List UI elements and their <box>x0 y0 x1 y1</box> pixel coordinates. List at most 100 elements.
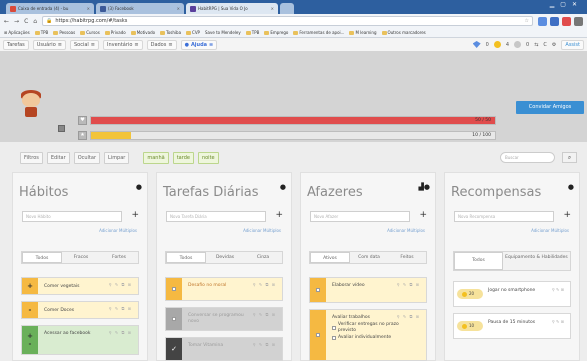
clear-button[interactable]: Limpar <box>104 151 130 164</box>
checkbox[interactable] <box>166 308 182 330</box>
reward-price[interactable]: 20 <box>457 289 483 299</box>
tab-grey[interactable]: Cinza <box>244 252 282 263</box>
plus-minus-buttons[interactable]: + - <box>22 326 38 354</box>
add-multiple-link[interactable]: Adicionar Múltiplos <box>99 228 137 233</box>
tag-night[interactable]: noite <box>197 151 219 164</box>
bookmark-folder[interactable]: M learning <box>349 30 377 35</box>
avatar[interactable] <box>18 90 44 120</box>
info-icon[interactable]: ● <box>136 183 142 191</box>
extension-icon[interactable] <box>550 16 559 26</box>
plus-button[interactable]: + <box>22 278 38 294</box>
nav-inventory[interactable]: Inventário ≡ <box>103 39 143 50</box>
nav-user[interactable]: Usuário ≡ <box>32 39 66 50</box>
reward-item[interactable]: 20 Jogar no smartphone ⚲ ✎ ⊞ <box>453 281 571 307</box>
task-controls[interactable]: ⚲ ✎ ⧉ ⊞ <box>397 282 420 287</box>
new-tab-button[interactable] <box>280 3 294 14</box>
bookmark-other[interactable]: Outros marcadores <box>381 30 426 35</box>
refresh-icon[interactable]: C <box>543 42 547 48</box>
task-controls[interactable]: ⚲ ✎ ⧉ ⊞ <box>109 330 132 335</box>
bookmark-folder[interactable]: Pessoas <box>53 30 75 35</box>
browser-tab-facebook[interactable]: (3) Facebook × <box>96 3 184 14</box>
extension-icon[interactable] <box>538 16 547 26</box>
new-daily-input[interactable]: Nova Tarefa Diária <box>166 211 266 222</box>
forward-icon[interactable]: → <box>14 18 19 25</box>
daily-item[interactable]: ✓ Tomar Vitamina ⚲ ✎ ⧉ ⊞ <box>165 337 283 361</box>
search-icon[interactable]: ⌕ <box>562 152 577 163</box>
add-multiple-link[interactable]: Adicionar Múltiplos <box>531 228 569 233</box>
minus-button[interactable]: - <box>22 302 38 318</box>
filters-button[interactable]: Filtros <box>20 151 43 164</box>
new-habit-input[interactable]: Novo Hábito <box>22 211 122 222</box>
browser-tab-gmail[interactable]: Caixa de entrada (4) - bu × <box>6 3 94 14</box>
nav-data[interactable]: Dados ≡ <box>146 39 177 50</box>
close-icon[interactable]: × <box>177 6 180 11</box>
habit-item[interactable]: - Comer Doces ⚲ ✎ ⧉ ⊞ <box>21 301 139 319</box>
tag-afternoon[interactable]: tarde <box>172 151 194 164</box>
home-icon[interactable]: ⌂ <box>33 18 37 25</box>
tab-due[interactable]: Devidas <box>206 252 244 263</box>
reload-icon[interactable]: C <box>24 18 28 25</box>
add-todo-button[interactable]: + <box>419 210 427 220</box>
chart-info-icon[interactable]: ▟● <box>419 183 431 191</box>
edit-button[interactable]: Editar <box>46 151 70 164</box>
menu-icon[interactable] <box>574 16 583 26</box>
tab-equipment[interactable]: Equipamento & Habilidades <box>503 252 570 270</box>
bookmark-folder[interactable]: Privado <box>104 30 126 35</box>
bookmark-link[interactable]: Save to Mendeley <box>205 30 241 35</box>
task-controls[interactable]: ⚲ ✎ ⧉ ⊞ <box>109 282 132 287</box>
add-habit-button[interactable]: + <box>131 210 139 220</box>
checkbox[interactable] <box>310 278 326 302</box>
checkbox[interactable] <box>310 310 326 360</box>
task-controls[interactable]: ⚲ ✎ ⊞ <box>552 287 564 292</box>
add-reward-button[interactable]: + <box>563 210 571 220</box>
reward-item[interactable]: 10 Pausa de 15 minutos ⚲ ✎ ⊞ <box>453 313 571 339</box>
bookmark-folder[interactable]: Emprego <box>264 30 288 35</box>
task-controls[interactable]: ⚲ ✎ ⊞ <box>552 319 564 324</box>
info-icon[interactable]: ● <box>568 183 574 191</box>
new-reward-input[interactable]: Nova Recompensa <box>454 211 554 222</box>
hide-button[interactable]: Ocultar <box>73 151 101 164</box>
tab-all[interactable]: Todos <box>166 252 206 263</box>
reward-price[interactable]: 10 <box>457 321 483 331</box>
address-bar[interactable]: 🔒 https://habitrpg.com/#/tasks ☆ <box>42 16 533 26</box>
close-icon[interactable]: × <box>87 6 90 11</box>
check-icon[interactable]: ✓ <box>166 338 182 360</box>
task-controls[interactable]: ⚲ ✎ ⧉ ⊞ <box>253 282 276 287</box>
browser-tab-habitrpg[interactable]: HabitRPG | Sua Vida O Jo × <box>186 3 278 14</box>
new-todo-input[interactable]: Novo Afazer <box>310 211 410 222</box>
habit-item[interactable]: + - Acessar ao facebook ⚲ ✎ ⧉ ⊞ <box>21 325 139 355</box>
tag-morning[interactable]: manhã <box>143 151 169 164</box>
tab-all[interactable]: Todos <box>454 252 503 270</box>
gift-icon[interactable] <box>58 125 65 132</box>
checkbox[interactable] <box>166 278 182 300</box>
checklist-item[interactable]: Avaliar individualmente <box>332 335 412 341</box>
task-controls[interactable]: ⚲ ✎ ⧉ ⊞ <box>253 342 276 347</box>
assist-button[interactable]: Assist <box>561 39 584 50</box>
tab-all[interactable]: Todos <box>22 252 62 263</box>
sync-icon[interactable]: ⇆ <box>534 42 538 48</box>
bookmark-folder[interactable]: Motivado <box>130 30 155 35</box>
add-daily-button[interactable]: + <box>275 210 283 220</box>
todo-item[interactable]: Avaliar trabalhos Verificar entregas no … <box>309 309 427 361</box>
window-controls[interactable]: ▁▢✕ <box>550 1 583 8</box>
task-controls[interactable]: ⚲ ✎ ⧉ ⊞ <box>109 306 132 311</box>
todo-item[interactable]: Elaborar vídeo ⚲ ✎ ⧉ ⊞ <box>309 277 427 303</box>
tab-strong[interactable]: Fortes <box>100 252 138 263</box>
checklist-item[interactable]: Verificar entregas no prazo previsto <box>332 322 412 334</box>
tab-dated[interactable]: Com data <box>350 252 388 263</box>
bookmark-folder[interactable]: Cursos <box>80 30 100 35</box>
nav-tasks[interactable]: Tarefas <box>3 39 29 50</box>
tab-weak[interactable]: Fracos <box>62 252 100 263</box>
daily-item[interactable]: Desafio no moral ⚲ ✎ ⧉ ⊞ <box>165 277 283 301</box>
bookmark-folder[interactable]: Toshiba <box>160 30 181 35</box>
task-controls[interactable]: ⚲ ✎ ⧉ ⊞ <box>253 312 276 317</box>
close-icon[interactable]: × <box>271 6 274 11</box>
settings-icon[interactable]: ⚙ <box>552 42 556 48</box>
bookmark-folder[interactable]: Ferramentas de apoi... <box>293 30 344 35</box>
bookmark-folder[interactable]: TPB <box>245 30 259 35</box>
add-multiple-link[interactable]: Adicionar Múltiplos <box>387 228 425 233</box>
search-input[interactable]: Buscar <box>500 152 555 163</box>
back-icon[interactable]: ← <box>4 18 9 25</box>
bookmark-folder[interactable]: CVP <box>186 30 200 35</box>
nav-help[interactable]: ● Ajuda ≡ <box>180 39 218 50</box>
